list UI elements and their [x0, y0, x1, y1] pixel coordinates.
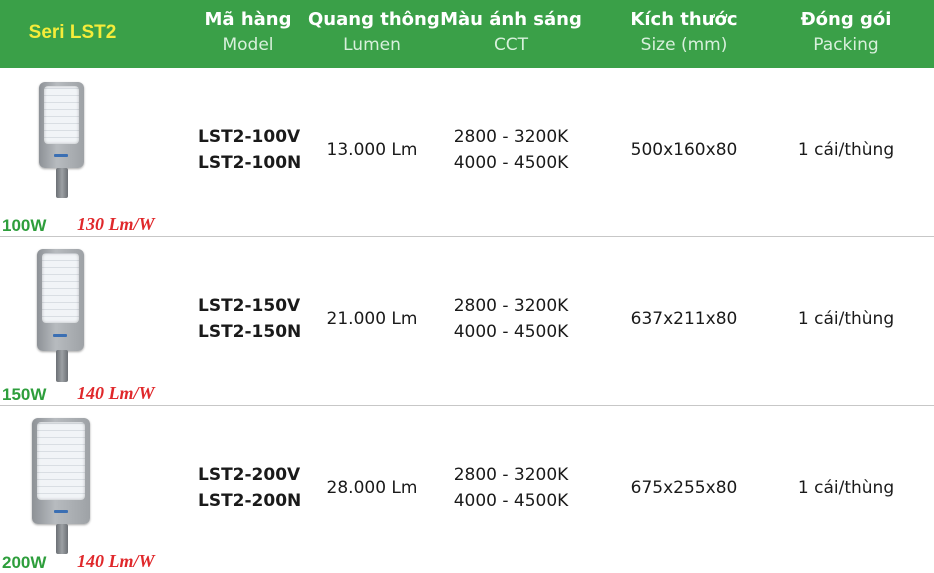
header-size-vn: Kích thước	[630, 9, 738, 30]
table-row: 100W 130 Lm/W LST2-100V LST2-100N 13.000…	[0, 68, 934, 236]
size-value: 675x255x80	[630, 478, 738, 498]
street-light-image	[0, 406, 160, 573]
header-lumen-en: Lumen	[343, 35, 401, 55]
cct-neutral: 4000 - 4500K	[453, 322, 569, 342]
efficacy-label: 130 Lm/W	[77, 214, 155, 234]
model-n: LST2-200N	[198, 491, 302, 511]
model-v: LST2-150V	[198, 296, 301, 316]
packing-value: 1 cái/thùng	[797, 478, 895, 498]
model-v: LST2-200V	[198, 465, 301, 485]
packing-value: 1 cái/thùng	[797, 140, 895, 160]
cct-warm: 2800 - 3200K	[453, 296, 569, 316]
header-packing-vn: Đóng gói	[800, 9, 892, 30]
wattage-label: 150W	[2, 385, 47, 404]
size-value: 637x211x80	[630, 309, 738, 329]
header-lumen-vn: Quang thông	[308, 9, 440, 30]
table-row: 150W 140 Lm/W LST2-150V LST2-150N 21.000…	[0, 237, 934, 405]
header-cct-en: CCT	[493, 35, 529, 55]
lumen-value: 28.000 Lm	[326, 478, 418, 498]
table-row: 200W 140 Lm/W LST2-200V LST2-200N 28.000…	[0, 406, 934, 573]
cct-neutral: 4000 - 4500K	[453, 491, 569, 511]
model-code: LST2-150V LST2-150N	[198, 293, 301, 345]
table-header: Seri LST2 Mã hàng Model Quang thông Lume…	[0, 0, 934, 68]
model-n: LST2-150N	[198, 322, 302, 342]
header-model: Mã hàng Model	[188, 0, 308, 68]
wattage-label: 100W	[2, 216, 47, 235]
header-size: Kích thước Size (mm)	[614, 0, 754, 68]
cct-warm: 2800 - 3200K	[453, 465, 569, 485]
header-packing: Đóng gói Packing	[780, 0, 912, 68]
cct-neutral: 4000 - 4500K	[453, 153, 569, 173]
header-cct-vn: Màu ánh sáng	[440, 9, 582, 30]
cct-values: 2800 - 3200K 4000 - 4500K	[440, 462, 582, 514]
header-cct: Màu ánh sáng CCT	[440, 0, 582, 68]
lumen-value: 13.000 Lm	[326, 140, 418, 160]
street-light-image	[0, 237, 160, 405]
cct-values: 2800 - 3200K 4000 - 4500K	[440, 124, 582, 176]
packing-value: 1 cái/thùng	[797, 309, 895, 329]
model-code: LST2-100V LST2-100N	[198, 124, 301, 176]
wattage-label: 200W	[2, 553, 47, 572]
model-n: LST2-100N	[198, 153, 302, 173]
header-packing-en: Packing	[813, 35, 879, 55]
header-model-en: Model	[222, 35, 274, 55]
header-size-en: Size (mm)	[640, 35, 728, 55]
efficacy-label: 140 Lm/W	[77, 383, 155, 403]
size-value: 500x160x80	[630, 140, 738, 160]
street-light-image	[0, 68, 160, 236]
efficacy-label: 140 Lm/W	[77, 551, 155, 571]
model-code: LST2-200V LST2-200N	[198, 462, 301, 514]
header-lumen: Quang thông Lumen	[308, 0, 440, 68]
model-v: LST2-100V	[198, 127, 301, 147]
series-title: Seri LST2	[28, 22, 117, 43]
header-model-vn: Mã hàng	[204, 9, 292, 30]
cct-warm: 2800 - 3200K	[453, 127, 569, 147]
cct-values: 2800 - 3200K 4000 - 4500K	[440, 293, 582, 345]
lumen-value: 21.000 Lm	[326, 309, 418, 329]
